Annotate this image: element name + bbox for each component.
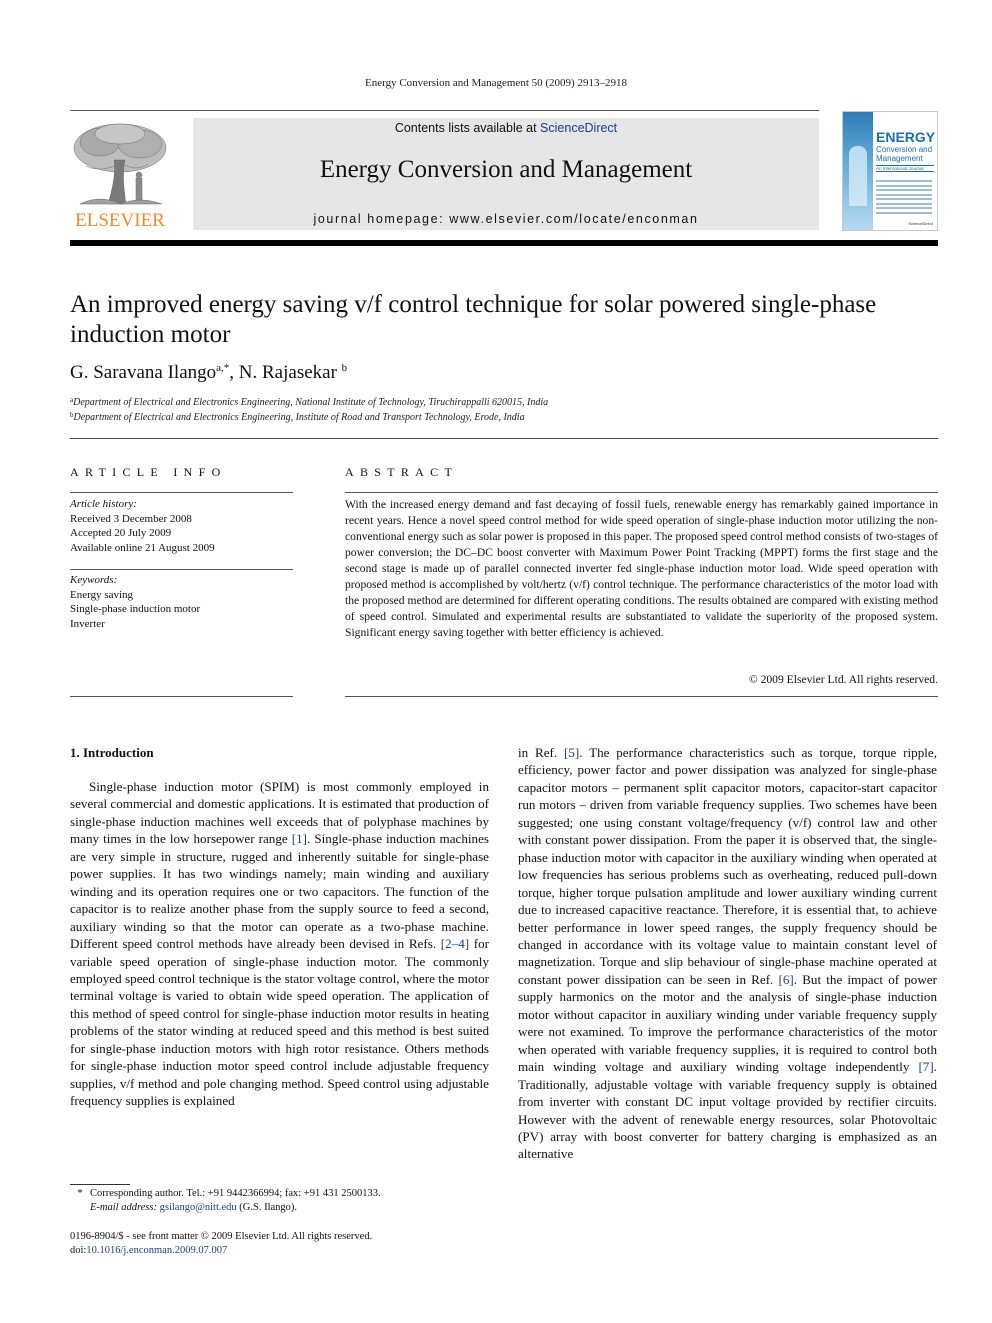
abstract-copyright: © 2009 Elsevier Ltd. All rights reserved… [748,673,938,686]
email-label: E-mail address: [90,1202,157,1213]
article-title: An improved energy saving v/f control te… [70,291,877,348]
citation-link[interactable]: [1] [292,831,307,846]
cover-tagline: An International Journal [876,165,934,172]
title-divider [70,438,938,439]
keywords-label: Keywords: [70,574,118,586]
author-name: G. Saravana Ilango [70,362,217,383]
divider [345,696,938,697]
corresponding-author-text: Corresponding author. Tel.: +91 94423669… [90,1188,381,1199]
author-affiliation-mark[interactable]: a,* [216,362,229,374]
journal-homepage-link[interactable]: journal homepage: www.elsevier.com/locat… [193,212,819,226]
doi-link[interactable]: 10.1016/j.enconman.2009.07.007 [86,1245,227,1256]
email-suffix: (G.S. Ilango). [236,1202,298,1213]
running-head: Energy Conversion and Management 50 (200… [365,77,627,89]
citation-link[interactable]: [6] [778,972,793,987]
affiliation-text: Department of Electrical and Electronics… [73,397,549,408]
elsevier-tree-icon [73,123,167,205]
keyword: Inverter [70,617,105,630]
keyword: Single-phase induction motor [70,603,201,616]
issn-doi-block: 0196-8904/$ - see front matter © 2009 El… [70,1230,500,1258]
journal-banner: Contents lists available at ScienceDirec… [193,118,819,230]
doi-prefix: doi: [70,1245,87,1256]
header-thick-rule [70,240,938,246]
affiliation: aDepartment of Electrical and Electronic… [70,396,548,408]
keywords: Keywords: Energy saving Single-phase ind… [70,573,295,631]
author-list: G. Saravana Ilangoa,*, N. Rajasekar b [70,362,347,384]
journal-cover-thumbnail[interactable]: ENERGY Conversion and Management An Inte… [842,111,938,231]
citation-link[interactable]: [5] [564,745,579,760]
section-heading-introduction: 1. Introduction [70,745,154,760]
article-history: Article history: Received 3 December 200… [70,497,295,555]
contents-available-line: Contents lists available at ScienceDirec… [193,121,819,135]
journal-title: Energy Conversion and Management [319,156,693,183]
citation-link[interactable]: [2–4] [441,936,469,951]
body-column-left: Single-phase induction motor (SPIM) is m… [70,778,489,1110]
cooling-tower-icon [849,146,867,206]
abstract-text: With the increased energy demand and fas… [345,498,938,639]
body-text: . Traditionally, adjustable voltage with… [518,1059,937,1162]
abstract-heading: ABSTRACT [345,465,459,479]
keyword: Energy saving [70,588,134,601]
body-text: . The performance characteristics such a… [518,745,937,987]
divider [70,492,293,493]
elsevier-logo[interactable]: ELSEVIER [70,120,170,232]
header-top-rule [70,110,819,111]
cover-subtitle: Conversion and Management [876,145,933,163]
citation-link[interactable]: [7] [918,1059,933,1074]
affiliation: bDepartment of Electrical and Electronic… [70,411,525,423]
author-affiliation-mark[interactable]: b [342,362,348,374]
body-text: in Ref. [518,745,564,760]
affiliation-text: Department of Electrical and Electronics… [73,412,525,423]
elsevier-wordmark: ELSEVIER [75,210,165,231]
body-text: . But the impact of power supply harmoni… [518,971,937,1075]
history-received: Received 3 December 2008 [70,512,192,525]
footnote-star: * [77,1188,83,1199]
article-history-label: Article history: [70,498,137,510]
cover-title: ENERGY [876,129,936,145]
divider [345,492,938,493]
history-accepted: Accepted 20 July 2009 [70,527,172,540]
cover-publisher: ScienceDirect [908,221,933,226]
divider [70,569,293,570]
sciencedirect-link[interactable]: ScienceDirect [540,121,617,135]
article-info-heading: ARTICLE INFO [70,465,227,479]
divider [70,696,293,697]
author-name: N. Rajasekar [238,362,337,383]
body-text: for variable speed operation of single-p… [70,936,490,1109]
corresponding-author-footnote: * Corresponding author. Tel.: +91 9442366… [70,1187,500,1215]
body-text: . Single-phase induction machines are ve… [70,831,489,952]
footnote-rule [70,1184,130,1185]
contents-prefix: Contents lists available at [394,121,541,135]
issn-line: 0196-8904/$ - see front matter © 2009 El… [70,1231,373,1242]
author-separator: , [229,362,239,383]
email-link[interactable]: gsilango@nitt.edu [160,1202,237,1213]
body-column-right: in Ref. [5]. The performance characteris… [518,744,937,1163]
history-online: Available online 21 August 2009 [70,541,215,554]
cover-contents-list [876,180,932,216]
